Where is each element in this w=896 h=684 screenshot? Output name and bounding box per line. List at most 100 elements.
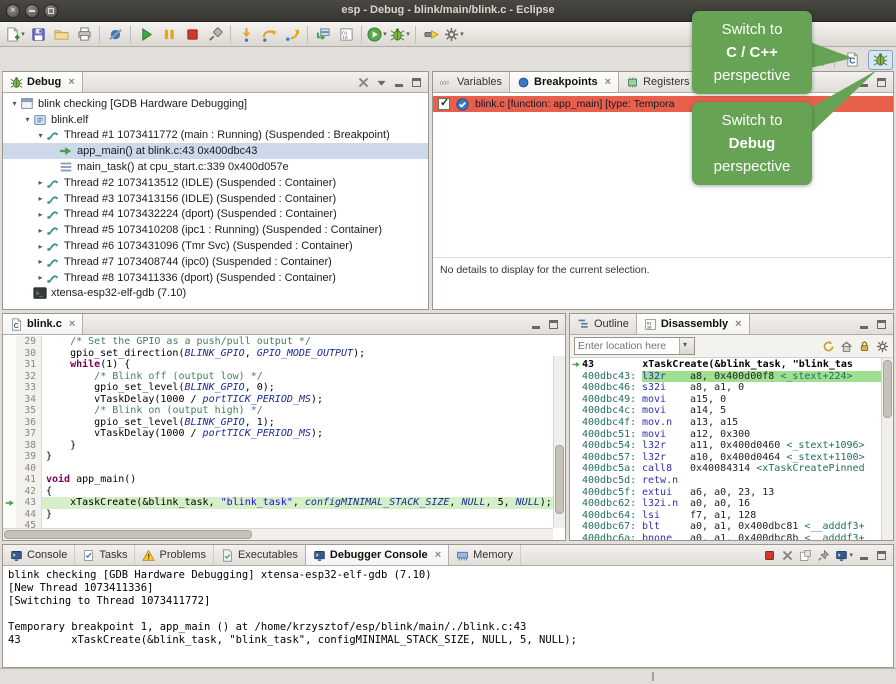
disassembly-row[interactable]: 400dbc5d:retw.n bbox=[570, 475, 881, 487]
code-line[interactable]: 40 bbox=[3, 463, 553, 475]
terminate-button[interactable] bbox=[181, 24, 203, 45]
disconnect-button[interactable] bbox=[204, 24, 226, 45]
disassembly-row[interactable]: 400dbc62:l32i.na0, a0, 16 bbox=[570, 498, 881, 510]
dropdown-arrow-icon[interactable]: ▾ bbox=[21, 30, 25, 38]
code-line[interactable]: 32 /* Blink off (output low) */ bbox=[3, 371, 553, 383]
maximize-view-icon[interactable] bbox=[548, 319, 559, 330]
close-tab-icon[interactable]: × bbox=[735, 318, 741, 330]
tab-memory[interactable]: Memory bbox=[449, 545, 521, 565]
tab-blink-c[interactable]: Cblink.c× bbox=[2, 314, 83, 334]
display-selected-console-button[interactable]: ▾ bbox=[835, 549, 853, 562]
view-menu-button[interactable] bbox=[375, 76, 388, 89]
debug-tree-item[interactable]: ▾blink checking [GDB Hardware Debugging] bbox=[3, 96, 428, 112]
debug-tree-item[interactable]: ▾Thread #1 1073411772 (main : Running) (… bbox=[3, 128, 428, 144]
code-line[interactable]: 33 gpio_set_level(BLINK_GPIO, 0); bbox=[3, 382, 553, 394]
step-into-button[interactable] bbox=[235, 24, 257, 45]
cpp-perspective-button[interactable]: C bbox=[840, 50, 865, 70]
dropdown-arrow-icon[interactable]: ▾ bbox=[460, 30, 464, 38]
maximize-view-icon[interactable] bbox=[876, 77, 887, 88]
disassembly-row[interactable]: 400dbc57:l32ra10, 0x400d0464 <_stext+110… bbox=[570, 452, 881, 464]
maximize-view-icon[interactable] bbox=[411, 77, 422, 88]
scrollbar-thumb[interactable] bbox=[555, 445, 564, 514]
remove-launch-button[interactable] bbox=[781, 549, 794, 562]
window-minimize-button[interactable] bbox=[25, 4, 39, 18]
tree-collapsed-icon[interactable]: ▸ bbox=[35, 210, 46, 219]
disassembly-row[interactable]: 400dbc4f:mov.na13, a15 bbox=[570, 417, 881, 429]
tree-expanded-icon[interactable]: ▾ bbox=[22, 115, 33, 124]
run-button[interactable]: ▾ bbox=[366, 24, 388, 45]
location-combo[interactable] bbox=[574, 337, 695, 355]
disassembly-row[interactable]: 400dbc64:lsif7, a1, 128 bbox=[570, 510, 881, 522]
console-output[interactable]: blink checking [GDB Hardware Debugging] … bbox=[3, 566, 893, 667]
tab-tasks[interactable]: Tasks bbox=[75, 545, 135, 565]
code-line[interactable]: 44} bbox=[3, 509, 553, 521]
debug-tree-item[interactable]: ▸Thread #5 1073410208 (ipc1 : Running) (… bbox=[3, 222, 428, 238]
code-editor[interactable]: 29 /* Set the GPIO as a push/pull output… bbox=[3, 335, 565, 540]
tree-collapsed-icon[interactable]: ▸ bbox=[35, 273, 46, 282]
lock-button[interactable] bbox=[858, 340, 871, 353]
tab-breakpoints[interactable]: Breakpoints× bbox=[509, 72, 619, 92]
close-tab-icon[interactable]: × bbox=[435, 549, 441, 561]
tree-collapsed-icon[interactable]: ▸ bbox=[35, 242, 46, 251]
maximize-view-icon[interactable] bbox=[876, 550, 887, 561]
disassembly-scrollbar[interactable] bbox=[881, 358, 893, 540]
step-over-button[interactable] bbox=[258, 24, 280, 45]
breakpoints-list[interactable]: blink.c [function: app_main] [type: Temp… bbox=[433, 93, 893, 309]
tree-collapsed-icon[interactable]: ▸ bbox=[35, 257, 46, 266]
disassembly-row[interactable]: 400dbc67:blta0, a1, 0x400dbc81 <__adddf3… bbox=[570, 521, 881, 533]
dropdown-arrow-icon[interactable]: ▾ bbox=[849, 551, 853, 559]
code-line[interactable]: 36 gpio_set_level(BLINK_GPIO, 1); bbox=[3, 417, 553, 429]
editor-vertical-scrollbar[interactable] bbox=[553, 356, 565, 528]
tree-expanded-icon[interactable]: ▾ bbox=[35, 131, 46, 140]
close-tab-icon[interactable]: × bbox=[605, 76, 611, 88]
tab-executables[interactable]: Executables bbox=[214, 545, 306, 565]
print-button[interactable] bbox=[73, 24, 95, 45]
debug-tree[interactable]: ▾blink checking [GDB Hardware Debugging]… bbox=[3, 93, 428, 309]
tab-disassembly[interactable]: 0110Disassembly× bbox=[636, 314, 750, 334]
tab-console[interactable]: Console bbox=[3, 545, 75, 565]
tab-registers[interactable]: Registers bbox=[619, 72, 697, 92]
code-line[interactable]: 42{ bbox=[3, 486, 553, 498]
disassembly-row[interactable]: 400dbc43:l32ra8, 0x400d00f8 <_stext+224> bbox=[570, 371, 881, 383]
code-line[interactable]: 45 bbox=[3, 520, 553, 528]
code-line[interactable]: 29 /* Set the GPIO as a push/pull output… bbox=[3, 336, 553, 348]
debug-tree-item[interactable]: ▸Thread #7 1073408744 (ipc0) (Suspended … bbox=[3, 254, 428, 270]
search-button[interactable] bbox=[420, 24, 442, 45]
code-line[interactable]: 34 vTaskDelay(1000 / portTICK_PERIOD_MS)… bbox=[3, 394, 553, 406]
tree-collapsed-icon[interactable]: ▸ bbox=[35, 194, 46, 203]
location-input[interactable] bbox=[575, 338, 679, 354]
dropdown-arrow-icon[interactable]: ▾ bbox=[406, 30, 410, 38]
debug-tree-item[interactable]: ▸Thread #6 1073431096 (Tmr Svc) (Suspend… bbox=[3, 238, 428, 254]
code-line[interactable]: 39} bbox=[3, 451, 553, 463]
combo-dropdown-icon[interactable] bbox=[679, 338, 694, 354]
debug-button[interactable]: ▾ bbox=[389, 24, 411, 45]
preferences-button[interactable] bbox=[876, 340, 889, 353]
minimize-view-icon[interactable] bbox=[859, 319, 870, 330]
minimize-view-icon[interactable] bbox=[859, 77, 870, 88]
debug-tree-item[interactable]: main_task() at cpu_start.c:339 0x400d057… bbox=[3, 159, 428, 175]
clear-console-button[interactable] bbox=[799, 549, 812, 562]
scrollbar-thumb[interactable] bbox=[883, 360, 892, 418]
drop-to-frame-button[interactable] bbox=[312, 24, 334, 45]
code-line[interactable]: 35 /* Blink on (output high) */ bbox=[3, 405, 553, 417]
code-line[interactable]: 30 gpio_set_direction(BLINK_GPIO, GPIO_M… bbox=[3, 348, 553, 360]
code-line[interactable]: 37 vTaskDelay(1000 / portTICK_PERIOD_MS)… bbox=[3, 428, 553, 440]
disassembly-rows[interactable]: 43 xTaskCreate(&blink_task, "blink_tas40… bbox=[570, 358, 881, 540]
instruction-stepping-button[interactable]: 0110 bbox=[335, 24, 357, 45]
debug-tree-item[interactable]: ▾blink.elf bbox=[3, 112, 428, 128]
disassembly-row[interactable]: 400dbc54:l32ra11, 0x400d0460 <_stext+109… bbox=[570, 440, 881, 452]
terminate-console-button[interactable] bbox=[763, 549, 776, 562]
minimize-view-icon[interactable] bbox=[859, 550, 870, 561]
tree-expanded-icon[interactable]: ▾ bbox=[9, 99, 20, 108]
step-return-button[interactable] bbox=[281, 24, 303, 45]
editor-horizontal-scrollbar[interactable] bbox=[3, 528, 553, 540]
debug-tree-item[interactable]: ▸Thread #8 1073411336 (dport) (Suspended… bbox=[3, 270, 428, 286]
code-line[interactable]: 41void app_main() bbox=[3, 474, 553, 486]
save-button[interactable] bbox=[27, 24, 49, 45]
disassembly-row[interactable]: 400dbc46:s32ia8, a1, 0 bbox=[570, 382, 881, 394]
code-line[interactable]: 38 } bbox=[3, 440, 553, 452]
tab-debugger-console[interactable]: Debugger Console× bbox=[305, 545, 449, 565]
scrollbar-thumb[interactable] bbox=[4, 530, 252, 539]
external-tools-button[interactable]: ▾ bbox=[443, 24, 465, 45]
debug-perspective-button[interactable] bbox=[868, 50, 893, 70]
